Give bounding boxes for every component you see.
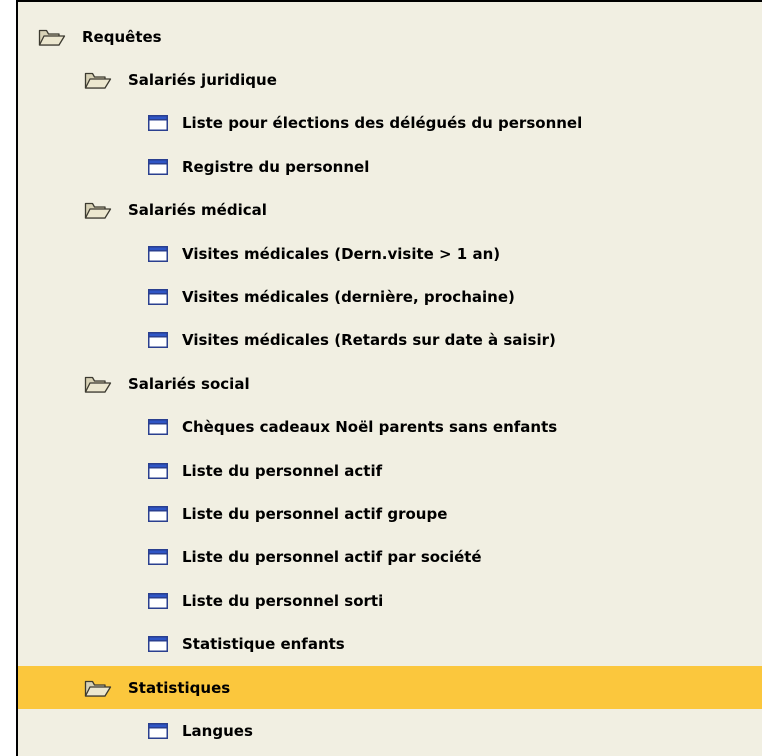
- tree-node-label: Requêtes: [82, 27, 162, 46]
- folder-open-icon: [84, 678, 128, 698]
- tree-panel: Requêtes Salariés juridique Liste pour é…: [16, 0, 762, 756]
- report-icon: [148, 245, 182, 262]
- report-icon: [148, 419, 182, 436]
- tree-node-requetes[interactable]: Requêtes: [18, 15, 762, 58]
- report-icon: [148, 722, 182, 739]
- tree-item-label: Liste du personnel sorti: [182, 591, 384, 610]
- tree-view: Requêtes Salariés juridique Liste pour é…: [18, 15, 762, 753]
- report-icon: [148, 158, 182, 175]
- tree-item-personnel-sorti[interactable]: Liste du personnel sorti: [18, 579, 762, 622]
- tree-item-label: Visites médicales (Retards sur date à sa…: [182, 331, 556, 350]
- report-icon: [148, 549, 182, 566]
- report-icon: [148, 592, 182, 609]
- folder-open-icon: [84, 374, 128, 394]
- report-icon: [148, 636, 182, 653]
- tree-item-label: Liste du personnel actif: [182, 461, 383, 480]
- tree-node-label: Salariés juridique: [128, 71, 277, 90]
- tree-node-salaries-social[interactable]: Salariés social: [18, 362, 762, 405]
- tree-item-registre-personnel[interactable]: Registre du personnel: [18, 145, 762, 188]
- tree-item-cheques-cadeaux[interactable]: Chèques cadeaux Noël parents sans enfant…: [18, 406, 762, 449]
- tree-item-personnel-actif[interactable]: Liste du personnel actif: [18, 449, 762, 492]
- tree-item-label: Visites médicales (Dern.visite > 1 an): [182, 244, 501, 263]
- folder-open-icon: [38, 27, 82, 47]
- tree-item-personnel-actif-societe[interactable]: Liste du personnel actif par société: [18, 536, 762, 579]
- tree-item-label: Langues: [182, 721, 253, 740]
- tree-item-label: Statistique enfants: [182, 635, 345, 654]
- tree-item-langues[interactable]: Langues: [18, 709, 762, 752]
- tree-item-label: Liste du personnel actif groupe: [182, 504, 448, 523]
- tree-item-label: Liste du personnel actif par société: [182, 548, 482, 567]
- tree-item-label: Chèques cadeaux Noël parents sans enfant…: [182, 418, 558, 437]
- tree-item-personnel-actif-groupe[interactable]: Liste du personnel actif groupe: [18, 492, 762, 535]
- tree-node-salaries-medical[interactable]: Salariés médical: [18, 189, 762, 232]
- tree-node-label: Statistiques: [128, 678, 231, 697]
- tree-item-visites-derniere-prochaine[interactable]: Visites médicales (dernière, prochaine): [18, 275, 762, 318]
- folder-open-icon: [84, 200, 128, 220]
- report-icon: [148, 462, 182, 479]
- tree-item-visites-dern[interactable]: Visites médicales (Dern.visite > 1 an): [18, 232, 762, 275]
- report-icon: [148, 115, 182, 132]
- tree-item-label: Liste pour élections des délégués du per…: [182, 114, 583, 133]
- tree-item-label: Visites médicales (dernière, prochaine): [182, 288, 515, 307]
- report-icon: [148, 505, 182, 522]
- report-icon: [148, 289, 182, 306]
- tree-item-statistique-enfants[interactable]: Statistique enfants: [18, 622, 762, 665]
- folder-open-icon: [84, 70, 128, 90]
- report-icon: [148, 332, 182, 349]
- tree-node-statistiques[interactable]: Statistiques: [18, 665, 762, 710]
- tree-node-label: Salariés médical: [128, 201, 267, 220]
- tree-item-liste-elections[interactable]: Liste pour élections des délégués du per…: [18, 102, 762, 145]
- tree-node-label: Salariés social: [128, 374, 250, 393]
- tree-item-label: Registre du personnel: [182, 157, 370, 176]
- tree-node-salaries-juridique[interactable]: Salariés juridique: [18, 58, 762, 101]
- tree-item-visites-retards[interactable]: Visites médicales (Retards sur date à sa…: [18, 319, 762, 362]
